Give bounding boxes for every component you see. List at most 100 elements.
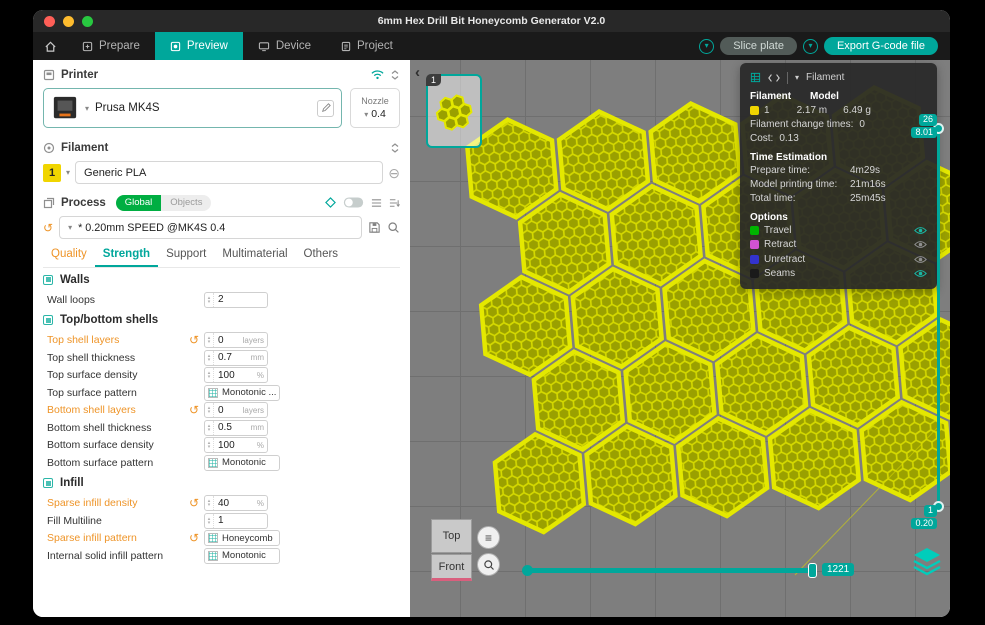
wifi-icon[interactable]: [371, 69, 384, 80]
revert-icon[interactable]: ↺: [189, 404, 199, 416]
spinner-arrows[interactable]: ▴ ▾: [205, 403, 214, 418]
edit-printer-icon[interactable]: [317, 99, 334, 117]
chevron-down-icon: ▾: [364, 109, 369, 119]
spinner-arrows[interactable]: ▴ ▾: [205, 350, 214, 365]
eye-icon[interactable]: [914, 255, 927, 264]
settings-tab-others[interactable]: Others: [296, 243, 347, 267]
sidebar-collapse-arrow[interactable]: ‹: [415, 64, 420, 81]
slice-plate-button[interactable]: Slice plate: [720, 37, 797, 55]
titlebar[interactable]: 6mm Hex Drill Bit Honeycomb Generator V2…: [33, 10, 950, 32]
param-input[interactable]: ▴ ▾ 100%: [204, 437, 268, 454]
list-view-icon[interactable]: [371, 198, 382, 208]
spinner-arrows[interactable]: ▴ ▾: [205, 496, 214, 511]
printer-select[interactable]: ▾ Prusa MK4S: [43, 88, 342, 128]
eye-icon[interactable]: [914, 240, 927, 249]
param-input[interactable]: ▴ ▾ 0 layers: [204, 402, 268, 419]
settings-tab-quality[interactable]: Quality: [43, 243, 95, 267]
unfold-icon[interactable]: [390, 142, 400, 153]
group-header[interactable]: Infill: [33, 472, 410, 495]
revert-icon[interactable]: ↺: [43, 222, 53, 234]
param-unit: layers: [242, 335, 264, 345]
pattern-select[interactable]: Monotonic: [204, 547, 280, 564]
save-preset-icon[interactable]: [368, 221, 381, 234]
spinner-arrows[interactable]: ▴ ▾: [205, 513, 214, 528]
eye-icon[interactable]: [914, 226, 927, 235]
view-menu-button[interactable]: ≡: [477, 526, 500, 549]
filament-select[interactable]: Generic PLA: [75, 161, 384, 184]
remove-filament-icon[interactable]: ⊖: [388, 166, 400, 180]
process-scope-toggle[interactable]: Global Objects: [115, 194, 212, 211]
spinner-arrows[interactable]: ▴ ▾: [205, 368, 214, 383]
layers-icon[interactable]: [912, 546, 942, 578]
scope-objects[interactable]: Objects: [161, 194, 212, 211]
plate-number-badge: 1: [426, 74, 442, 86]
settings-tab-strength[interactable]: Strength: [94, 243, 159, 267]
cost-value: 0.13: [779, 132, 799, 144]
gcode-view-icon[interactable]: [768, 73, 780, 83]
close-button[interactable]: [44, 15, 55, 27]
grid-view-icon[interactable]: [750, 72, 761, 83]
zoom-button[interactable]: [477, 553, 500, 576]
tab-preview[interactable]: Preview: [154, 32, 243, 60]
export-dropdown-icon[interactable]: ▾: [802, 38, 818, 54]
minimize-button[interactable]: [63, 15, 74, 27]
home-icon[interactable]: [33, 32, 67, 60]
pattern-select[interactable]: Monotonic ...: [204, 384, 280, 401]
param-input[interactable]: ▴ ▾ 40%: [204, 495, 268, 512]
pattern-select[interactable]: Monotonic: [204, 454, 280, 471]
param-input[interactable]: ▴ ▾ 1: [204, 512, 268, 529]
param-input[interactable]: ▴ ▾ 100%: [204, 367, 268, 384]
param-input[interactable]: ▴ ▾ 0 layers: [204, 332, 268, 349]
eye-icon[interactable]: [914, 269, 927, 278]
viewport-3d[interactable]: ‹ 1 ▾ Filament Filament Model 1 2.17 m 6…: [410, 60, 950, 617]
group-checkbox-icon[interactable]: [43, 315, 53, 325]
pattern-select[interactable]: Honeycomb: [204, 530, 280, 547]
total-time-row: Total time: 25m45s: [750, 192, 886, 204]
chevron-down-icon[interactable]: ▾: [795, 73, 799, 82]
spinner-arrows[interactable]: ▴ ▾: [205, 420, 214, 435]
param-input[interactable]: ▴ ▾ 0.5 mm: [204, 419, 268, 436]
view-front-button[interactable]: Front: [431, 554, 472, 581]
process-preset-select[interactable]: ▾ * 0.20mm SPEED @MK4S 0.4: [59, 216, 362, 239]
tab-device[interactable]: Device: [243, 32, 326, 60]
plate-thumbnail[interactable]: 1: [426, 74, 482, 148]
group-header[interactable]: Top/bottom shells: [33, 309, 410, 332]
fullscreen-button[interactable]: [82, 15, 93, 27]
revert-icon[interactable]: ↺: [189, 532, 199, 544]
nozzle-select[interactable]: Nozzle ▾ 0.4: [350, 88, 400, 128]
advanced-toggle[interactable]: [343, 197, 364, 208]
compare-icon[interactable]: [325, 197, 336, 208]
export-gcode-button[interactable]: Export G-code file: [823, 37, 938, 55]
spinner-arrows[interactable]: ▴ ▾: [205, 292, 214, 307]
group-header[interactable]: Walls: [33, 268, 410, 291]
layer-slider-track[interactable]: [937, 128, 940, 510]
sort-params-icon[interactable]: [389, 198, 400, 208]
param-input[interactable]: ▴ ▾ 2: [204, 291, 268, 308]
filament-slot-chip[interactable]: 1: [43, 163, 61, 182]
param-value: 0: [218, 404, 224, 416]
unfold-icon[interactable]: [390, 69, 400, 80]
slice-dropdown-icon[interactable]: ▾: [699, 38, 715, 54]
spinner-arrows[interactable]: ▴ ▾: [205, 333, 214, 348]
param-value: 1: [218, 515, 224, 527]
tab-label: Device: [275, 40, 311, 52]
revert-icon[interactable]: ↺: [189, 334, 199, 346]
spinner-arrows[interactable]: ▴ ▾: [205, 438, 214, 453]
group-checkbox-icon[interactable]: [43, 274, 53, 285]
tab-prepare[interactable]: Prepare: [67, 32, 155, 60]
filament-section-title: Filament: [61, 141, 109, 154]
param-value: 0: [218, 334, 224, 346]
param-row: Sparse infill density ↺ ▴ ▾ 40%: [33, 495, 410, 513]
settings-tab-multimaterial[interactable]: Multimaterial: [214, 243, 295, 267]
group-checkbox-icon[interactable]: [43, 478, 53, 488]
layer-slider-top-values: 26 8.01: [911, 114, 937, 138]
tab-project[interactable]: Project: [326, 32, 408, 60]
view-top-button[interactable]: Top: [431, 519, 472, 553]
move-slider-track[interactable]: [527, 568, 811, 573]
move-slider-handle[interactable]: [808, 563, 817, 578]
revert-icon[interactable]: ↺: [189, 497, 199, 509]
param-input[interactable]: ▴ ▾ 0.7 mm: [204, 349, 268, 366]
settings-tab-support[interactable]: Support: [158, 243, 214, 267]
scope-global[interactable]: Global: [115, 194, 162, 211]
search-icon[interactable]: [387, 221, 400, 234]
